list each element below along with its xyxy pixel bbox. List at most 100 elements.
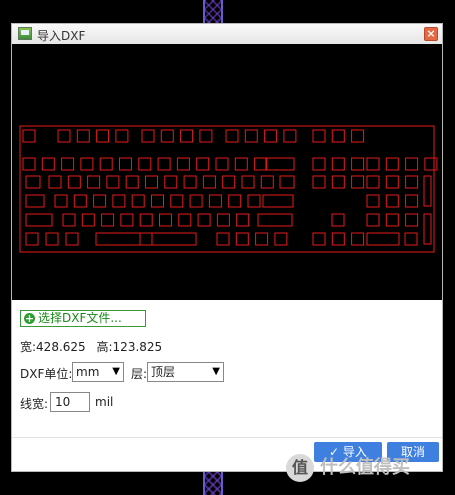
key-cutout bbox=[215, 157, 229, 171]
key-cutout bbox=[366, 157, 380, 171]
key-cutout bbox=[57, 129, 71, 143]
key-cutout bbox=[115, 129, 129, 143]
key-cutout bbox=[45, 232, 59, 246]
key-cutout bbox=[312, 175, 326, 189]
key-cutout bbox=[366, 213, 380, 227]
key-cutout bbox=[385, 175, 399, 189]
key-cutout bbox=[199, 129, 213, 143]
dxf-preview bbox=[12, 44, 442, 300]
key-cutout bbox=[125, 175, 139, 189]
key-cutout bbox=[80, 157, 94, 171]
key-cutout bbox=[138, 157, 152, 171]
key-cutout bbox=[312, 157, 326, 171]
key-cutout bbox=[351, 129, 365, 143]
key-cutout bbox=[405, 213, 419, 227]
key-cutout bbox=[234, 157, 248, 171]
key-cutout bbox=[312, 232, 326, 246]
key-cutout bbox=[222, 175, 236, 189]
key-cutout bbox=[65, 232, 79, 246]
key-cutout bbox=[385, 194, 399, 208]
key-cutout bbox=[241, 175, 255, 189]
key-cutout bbox=[87, 175, 101, 189]
key-cutout bbox=[25, 232, 39, 246]
keyboard-outline-drawing bbox=[19, 125, 438, 253]
key-cutout bbox=[385, 213, 399, 227]
key-cutout bbox=[48, 175, 62, 189]
watermark-text: 什么值得买 bbox=[320, 457, 410, 478]
key-cutout bbox=[189, 194, 203, 208]
dimensions-readout: 宽:428.625 高:123.825 bbox=[20, 338, 169, 355]
key-cutout bbox=[405, 175, 419, 189]
key-cutout bbox=[164, 175, 178, 189]
key-cutout bbox=[247, 194, 261, 208]
key-cutout bbox=[260, 175, 274, 189]
key-cutout bbox=[235, 232, 249, 246]
key-cutout bbox=[255, 232, 269, 246]
key-cutout bbox=[81, 213, 95, 227]
watermark: 值 什么值得买 bbox=[286, 450, 446, 486]
key-cutout bbox=[99, 157, 113, 171]
layer-value: 顶层 bbox=[151, 365, 176, 379]
triangle-down-icon: ▼ bbox=[212, 366, 220, 377]
key-cutout bbox=[197, 213, 211, 227]
key-cutout bbox=[170, 194, 184, 208]
key-cutout bbox=[62, 213, 76, 227]
stabilized-key bbox=[423, 175, 432, 207]
key-cutout bbox=[112, 194, 126, 208]
stabilized-key bbox=[257, 213, 293, 227]
watermark-logo-icon: 值 bbox=[286, 454, 314, 482]
key-cutout bbox=[228, 194, 242, 208]
key-cutout bbox=[101, 213, 115, 227]
key-cutout bbox=[106, 175, 120, 189]
close-icon[interactable]: × bbox=[424, 27, 438, 41]
spacebar bbox=[95, 232, 197, 246]
key-cutout bbox=[404, 232, 418, 246]
key-cutout bbox=[331, 213, 345, 227]
key-cutout bbox=[120, 213, 134, 227]
key-cutout bbox=[119, 157, 132, 171]
import-dxf-dialog: 导入DXF × + 选择DXF文件... 宽:428.625 高:123.825… bbox=[11, 23, 443, 472]
key-cutout bbox=[312, 129, 326, 143]
stabilized-key bbox=[25, 213, 53, 227]
line-width-unit: mil bbox=[95, 395, 114, 409]
triangle-down-icon: ▼ bbox=[112, 366, 120, 377]
key-cutout bbox=[244, 129, 258, 143]
key-cutout bbox=[22, 157, 36, 171]
footer-divider bbox=[12, 437, 442, 438]
key-cutout bbox=[151, 194, 164, 208]
key-cutout bbox=[76, 129, 90, 143]
line-width-label: 线宽: bbox=[20, 397, 49, 411]
dxf-unit-value: mm bbox=[76, 365, 100, 379]
key-cutout bbox=[160, 129, 174, 143]
key-cutout bbox=[159, 213, 172, 227]
key-cutout bbox=[157, 157, 171, 171]
layer-select[interactable]: 顶层 ▼ bbox=[147, 362, 224, 382]
dxf-unit-select[interactable]: mm ▼ bbox=[72, 362, 124, 382]
key-cutout bbox=[405, 194, 419, 208]
key-cutout bbox=[236, 213, 250, 227]
key-cutout bbox=[225, 129, 239, 143]
key-cutout bbox=[183, 175, 197, 189]
dxf-unit-label: DXF单位: bbox=[20, 367, 73, 381]
key-cutout bbox=[366, 175, 380, 189]
key-cutout bbox=[145, 175, 158, 189]
key-cutout bbox=[202, 175, 216, 189]
key-cutout bbox=[67, 175, 81, 189]
width-value: 宽:428.625 bbox=[20, 340, 86, 354]
select-dxf-file-label: 选择DXF文件... bbox=[38, 311, 122, 325]
key-cutout bbox=[424, 157, 438, 171]
key-cutout bbox=[141, 129, 155, 143]
plus-circle-icon: + bbox=[24, 312, 35, 325]
select-dxf-file-button[interactable]: + 选择DXF文件... bbox=[20, 310, 146, 327]
layer-label: 层: bbox=[131, 367, 148, 381]
key-cutout bbox=[351, 175, 365, 189]
key-cutout bbox=[196, 157, 210, 171]
key-cutout bbox=[283, 129, 297, 143]
key-cutout bbox=[216, 232, 230, 246]
title-bar[interactable]: 导入DXF × bbox=[12, 24, 442, 45]
key-cutout bbox=[331, 157, 345, 171]
key-cutout bbox=[331, 175, 345, 189]
line-width-input[interactable]: 10 bbox=[50, 392, 90, 412]
key-cutout bbox=[385, 157, 399, 171]
key-cutout bbox=[93, 194, 107, 208]
